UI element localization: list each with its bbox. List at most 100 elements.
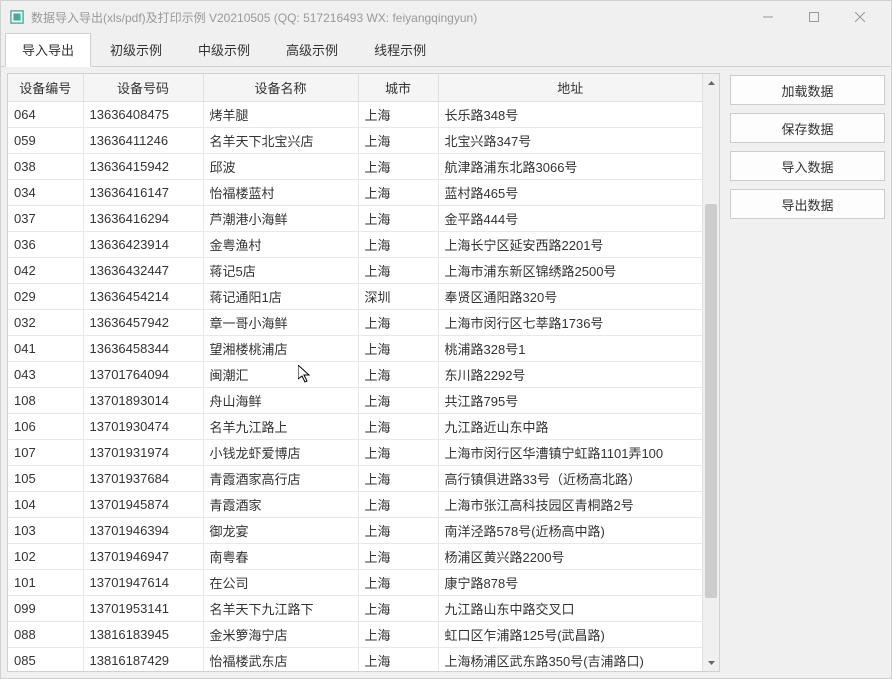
table-cell[interactable]: 南洋泾路578号(近杨高中路) xyxy=(438,518,702,544)
tab-2[interactable]: 中级示例 xyxy=(181,33,267,66)
table-cell[interactable]: 13636457942 xyxy=(83,310,203,336)
table-cell[interactable]: 名羊天下九江路下 xyxy=(203,596,358,622)
save-data-button[interactable]: 保存数据 xyxy=(730,113,885,143)
table-cell[interactable]: 029 xyxy=(8,284,83,310)
table-cell[interactable]: 032 xyxy=(8,310,83,336)
table-cell[interactable]: 上海 xyxy=(358,206,438,232)
table-cell[interactable]: 101 xyxy=(8,570,83,596)
table-cell[interactable]: 105 xyxy=(8,466,83,492)
import-data-button[interactable]: 导入数据 xyxy=(730,151,885,181)
table-cell[interactable]: 上海 xyxy=(358,596,438,622)
table-cell[interactable]: 北宝兴路347号 xyxy=(438,128,702,154)
table-row[interactable]: 03713636416294芦潮港小海鲜上海金平路444号 xyxy=(8,206,702,232)
scroll-down-arrow[interactable] xyxy=(703,654,719,671)
tab-4[interactable]: 线程示例 xyxy=(357,33,443,66)
table-cell[interactable]: 107 xyxy=(8,440,83,466)
table-cell[interactable]: 13701764094 xyxy=(83,362,203,388)
table-row[interactable]: 03613636423914金粤渔村上海上海长宁区延安西路2201号 xyxy=(8,232,702,258)
table-row[interactable]: 10813701893014舟山海鲜上海共江路795号 xyxy=(8,388,702,414)
table-cell[interactable]: 13636423914 xyxy=(83,232,203,258)
table-row[interactable]: 10613701930474名羊九江路上上海九江路近山东中路 xyxy=(8,414,702,440)
table-cell[interactable]: 上海市闵行区七莘路1736号 xyxy=(438,310,702,336)
table-row[interactable]: 10513701937684青霞酒家高行店上海高行镇俱进路33号（近杨高北路） xyxy=(8,466,702,492)
table-cell[interactable]: 13816187429 xyxy=(83,648,203,672)
table-cell[interactable]: 邱波 xyxy=(203,154,358,180)
table-row[interactable]: 04313701764094闽潮汇上海东川路2292号 xyxy=(8,362,702,388)
table-cell[interactable]: 名羊天下北宝兴店 xyxy=(203,128,358,154)
table-row[interactable]: 04213636432447蒋记5店上海上海市浦东新区锦绣路2500号 xyxy=(8,258,702,284)
table-row[interactable]: 05913636411246名羊天下北宝兴店上海北宝兴路347号 xyxy=(8,128,702,154)
table-cell[interactable]: 共江路795号 xyxy=(438,388,702,414)
table-cell[interactable]: 蓝村路465号 xyxy=(438,180,702,206)
table-cell[interactable]: 042 xyxy=(8,258,83,284)
table-cell[interactable]: 103 xyxy=(8,518,83,544)
table-cell[interactable]: 烤羊腿 xyxy=(203,102,358,128)
table-cell[interactable]: 上海 xyxy=(358,414,438,440)
scroll-thumb[interactable] xyxy=(705,204,717,598)
table-cell[interactable]: 13636415942 xyxy=(83,154,203,180)
table-cell[interactable]: 青霞酒家高行店 xyxy=(203,466,358,492)
table-cell[interactable]: 上海 xyxy=(358,336,438,362)
table-cell[interactable]: 上海 xyxy=(358,570,438,596)
table-cell[interactable]: 杨浦区黄兴路2200号 xyxy=(438,544,702,570)
minimize-button[interactable] xyxy=(745,3,791,31)
tab-1[interactable]: 初级示例 xyxy=(93,33,179,66)
table-cell[interactable]: 怡福楼蓝村 xyxy=(203,180,358,206)
header-device-id[interactable]: 设备编号 xyxy=(8,74,83,102)
table-cell[interactable]: 上海 xyxy=(358,232,438,258)
table-cell[interactable]: 芦潮港小海鲜 xyxy=(203,206,358,232)
table-cell[interactable]: 上海 xyxy=(358,518,438,544)
table-cell[interactable]: 13701946394 xyxy=(83,518,203,544)
table-cell[interactable]: 上海 xyxy=(358,622,438,648)
tab-3[interactable]: 高级示例 xyxy=(269,33,355,66)
table-cell[interactable]: 034 xyxy=(8,180,83,206)
table-cell[interactable]: 102 xyxy=(8,544,83,570)
table-cell[interactable]: 金平路444号 xyxy=(438,206,702,232)
load-data-button[interactable]: 加载数据 xyxy=(730,75,885,105)
table-cell[interactable]: 闽潮汇 xyxy=(203,362,358,388)
header-device-name[interactable]: 设备名称 xyxy=(203,74,358,102)
table-cell[interactable]: 上海 xyxy=(358,466,438,492)
table-row[interactable]: 08813816183945金米箩海宁店上海虹口区乍浦路125号(武昌路) xyxy=(8,622,702,648)
table-cell[interactable]: 航津路浦东北路3066号 xyxy=(438,154,702,180)
table-cell[interactable]: 在公司 xyxy=(203,570,358,596)
table-cell[interactable]: 036 xyxy=(8,232,83,258)
table-cell[interactable]: 东川路2292号 xyxy=(438,362,702,388)
table-row[interactable]: 06413636408475烤羊腿上海长乐路348号 xyxy=(8,102,702,128)
table-cell[interactable]: 13636458344 xyxy=(83,336,203,362)
table-cell[interactable]: 长乐路348号 xyxy=(438,102,702,128)
table-cell[interactable]: 上海长宁区延安西路2201号 xyxy=(438,232,702,258)
table-cell[interactable]: 13701953141 xyxy=(83,596,203,622)
table-cell[interactable]: 金米箩海宁店 xyxy=(203,622,358,648)
table-cell[interactable]: 上海市浦东新区锦绣路2500号 xyxy=(438,258,702,284)
table-cell[interactable]: 上海 xyxy=(358,362,438,388)
table-cell[interactable]: 104 xyxy=(8,492,83,518)
table-row[interactable]: 10713701931974小钱龙虾爱博店上海上海市闵行区华漕镇宁虹路1101弄… xyxy=(8,440,702,466)
header-device-number[interactable]: 设备号码 xyxy=(83,74,203,102)
table-cell[interactable]: 上海 xyxy=(358,180,438,206)
table-cell[interactable]: 13701930474 xyxy=(83,414,203,440)
table-cell[interactable]: 上海 xyxy=(358,544,438,570)
table-cell[interactable]: 13636416147 xyxy=(83,180,203,206)
header-city[interactable]: 城市 xyxy=(358,74,438,102)
table-cell[interactable]: 上海杨浦区武东路350号(吉浦路口) xyxy=(438,648,702,672)
table-row[interactable]: 10213701946947南粤春上海杨浦区黄兴路2200号 xyxy=(8,544,702,570)
table-cell[interactable]: 南粤春 xyxy=(203,544,358,570)
table-cell[interactable]: 059 xyxy=(8,128,83,154)
table-cell[interactable]: 小钱龙虾爱博店 xyxy=(203,440,358,466)
table-cell[interactable]: 037 xyxy=(8,206,83,232)
table-row[interactable]: 03213636457942章一哥小海鲜上海上海市闵行区七莘路1736号 xyxy=(8,310,702,336)
scroll-up-arrow[interactable] xyxy=(703,74,719,91)
table-cell[interactable]: 蒋记5店 xyxy=(203,258,358,284)
table-row[interactable]: 03413636416147怡福楼蓝村上海蓝村路465号 xyxy=(8,180,702,206)
table-cell[interactable]: 13816183945 xyxy=(83,622,203,648)
table-cell[interactable]: 上海 xyxy=(358,102,438,128)
table-cell[interactable]: 088 xyxy=(8,622,83,648)
table-cell[interactable]: 名羊九江路上 xyxy=(203,414,358,440)
table-cell[interactable]: 上海 xyxy=(358,440,438,466)
table-cell[interactable]: 上海 xyxy=(358,492,438,518)
table-cell[interactable]: 064 xyxy=(8,102,83,128)
maximize-button[interactable] xyxy=(791,3,837,31)
table-cell[interactable]: 蒋记通阳1店 xyxy=(203,284,358,310)
table-cell[interactable]: 上海 xyxy=(358,310,438,336)
